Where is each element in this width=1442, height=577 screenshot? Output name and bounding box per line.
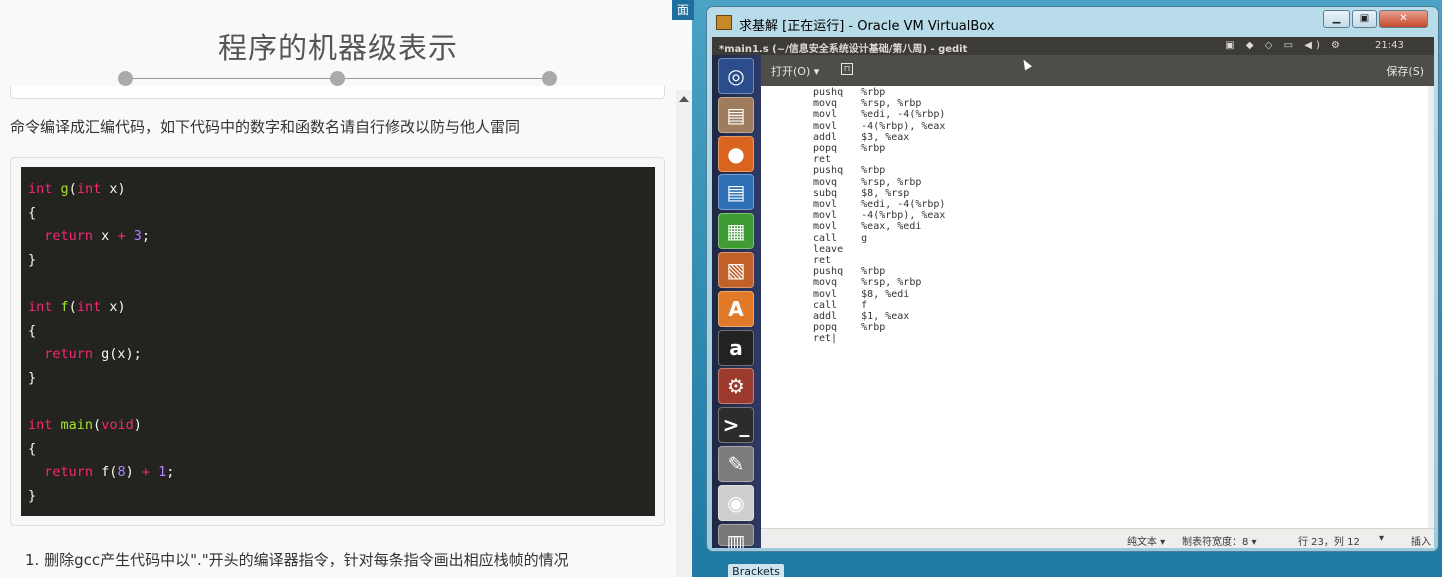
new-document-icon[interactable]: ⊓: [841, 63, 853, 75]
asm-line: addl $1, %eax: [813, 311, 910, 322]
position-menu-arrow[interactable]: ▾: [1379, 533, 1384, 544]
asm-line: movq %rsp, %rbp: [813, 98, 922, 110]
ubuntu-dash-icon[interactable]: ◎: [718, 58, 754, 94]
dvd-icon[interactable]: ◉: [718, 484, 754, 521]
save-button[interactable]: 保存(S): [1386, 63, 1424, 79]
asm-line: ret|: [813, 333, 838, 345]
asm-line: subq $8, %rsp: [813, 187, 910, 199]
gedit-status-bar: 纯文本 ▾ 制表符宽度：8 ▾ 行 23，列 12 ▾ 插入: [761, 528, 1434, 548]
editor-text-area[interactable]: pushq %rbp movq %rsp, %rbp movl %edi, -4(%…: [761, 86, 1428, 528]
virtualbox-window: 求基解 [正在运行] - Oracle VM VirtualBox ▁ ▣ ✕ …: [706, 6, 1439, 552]
step-dot-3[interactable]: [542, 71, 557, 86]
cursor-position: 行 23，列 12: [1298, 537, 1360, 548]
files-icon[interactable]: ▤: [718, 96, 754, 133]
asm-line: movl -4(%rbp), %eax: [813, 210, 946, 222]
asm-line: call g: [813, 232, 868, 244]
web-page: 程序的机器级表示 命令编译成汇编代码，如下代码中的数字和函数名请自行修改以防与他…: [0, 0, 692, 577]
code-line: int g(int x): [28, 181, 126, 197]
code-line: return x + 3;: [44, 228, 150, 245]
clock[interactable]: 21:43: [1375, 40, 1404, 51]
asm-line: movq %rsp, %rbp: [813, 277, 922, 289]
software-center-icon[interactable]: A: [718, 290, 754, 327]
code-line: int f(int x): [28, 298, 126, 315]
asm-line: leave: [813, 243, 844, 255]
code-line: {: [28, 440, 37, 457]
amazon-icon[interactable]: a: [718, 329, 754, 366]
asm-line: movl %eax, %edi: [813, 221, 922, 233]
writer-icon[interactable]: ▤: [718, 174, 754, 211]
asm-line: ret: [813, 255, 832, 266]
code-line: return f(8) + 1;: [44, 464, 175, 481]
ubuntu-top-panel: *main1.s (~/信息安全系统设计基础/第八周) - gedit ▣ ◆ …: [712, 37, 1434, 55]
asm-line: pushq %rbp: [813, 87, 886, 98]
language-selector[interactable]: 纯文本 ▾: [1127, 533, 1165, 548]
asm-line: call f: [813, 299, 868, 311]
gedit-toolbar: 打开(O) ▾ ⊓ 保存(S): [761, 55, 1434, 86]
maximize-button[interactable]: ▣: [1352, 10, 1377, 28]
code-line: int main(void): [28, 416, 142, 433]
editor-scrollbar[interactable]: [1428, 86, 1434, 528]
code-block: int g(int x) { return x + 3;} int f(int x…: [21, 167, 655, 516]
tab-width-selector[interactable]: 制表符宽度：8 ▾: [1182, 533, 1257, 548]
text-editor-icon[interactable]: ✎: [718, 446, 754, 482]
gedit-window-title: *main1.s (~/信息安全系统设计基础/第八周) - gedit: [719, 44, 968, 55]
desktop-label[interactable]: 面: [672, 0, 694, 20]
virtualbox-title: 求基解 [正在运行] - Oracle VM VirtualBox: [739, 19, 995, 34]
question-1: 1. 删除gcc产生代码中以"."开头的编译器指令，针对每条指令画出相应栈帧的情…: [25, 551, 569, 569]
code-line: }: [28, 487, 37, 504]
asm-line: movl $8, %edi: [813, 288, 910, 300]
asm-line: ret: [813, 154, 832, 166]
brackets-desktop-icon[interactable]: Brackets: [728, 564, 784, 577]
asm-line: pushq %rbp: [813, 165, 886, 177]
impress-icon[interactable]: ▧: [718, 252, 754, 288]
unity-launcher: ◎ ▤ ● ▤ ▦ ▧ Aa ⚙ >_ ✎ ◉ ▥: [712, 55, 761, 548]
calc-icon[interactable]: ▦: [718, 213, 754, 250]
trash-icon[interactable]: ▥: [718, 523, 754, 548]
scroll-up-arrow-icon[interactable]: [679, 96, 689, 102]
virtualbox-app-icon: [716, 15, 732, 30]
firefox-icon[interactable]: ●: [718, 135, 754, 172]
asm-line: pushq %rbp: [813, 266, 886, 278]
asm-line: movl %edi, -4(%rbp): [813, 109, 946, 121]
asm-line: movl -4(%rbp), %eax: [813, 120, 946, 132]
asm-line: movq %rsp, %rbp: [813, 176, 922, 188]
code-line: return g(x);: [44, 346, 142, 363]
panel-bottom-edge: [10, 86, 665, 99]
code-line: }: [28, 251, 37, 268]
step-dot-1[interactable]: [118, 71, 133, 86]
terminal-icon[interactable]: >_: [718, 407, 754, 444]
asm-line: movl %edi, -4(%rbp): [813, 199, 946, 210]
settings-icon[interactable]: ⚙: [718, 368, 754, 405]
close-button[interactable]: ✕: [1379, 10, 1428, 28]
step-dot-2[interactable]: [330, 71, 345, 86]
asm-line: addl $3, %eax: [813, 131, 910, 143]
code-line: {: [28, 322, 37, 339]
open-button[interactable]: 打开(O) ▾: [771, 63, 819, 79]
insert-mode: 插入: [1411, 537, 1431, 548]
minimize-button[interactable]: ▁: [1323, 10, 1350, 28]
code-line: {: [28, 204, 37, 221]
page-scrollbar[interactable]: [676, 90, 692, 577]
code-line: }: [28, 369, 37, 386]
guest-screen[interactable]: *main1.s (~/信息安全系统设计基础/第八周) - gedit ▣ ◆ …: [712, 37, 1434, 548]
asm-line: popq %rbp: [813, 322, 886, 334]
asm-line: popq %rbp: [813, 143, 886, 154]
indicator-icons[interactable]: ▣ ◆ ◇ ▭ ◀) ⚙: [1225, 40, 1344, 51]
page-title: 程序的机器级表示: [217, 31, 458, 65]
intro-text: 命令编译成汇编代码，如下代码中的数字和函数名请自行修改以防与他人雷同: [10, 118, 521, 136]
